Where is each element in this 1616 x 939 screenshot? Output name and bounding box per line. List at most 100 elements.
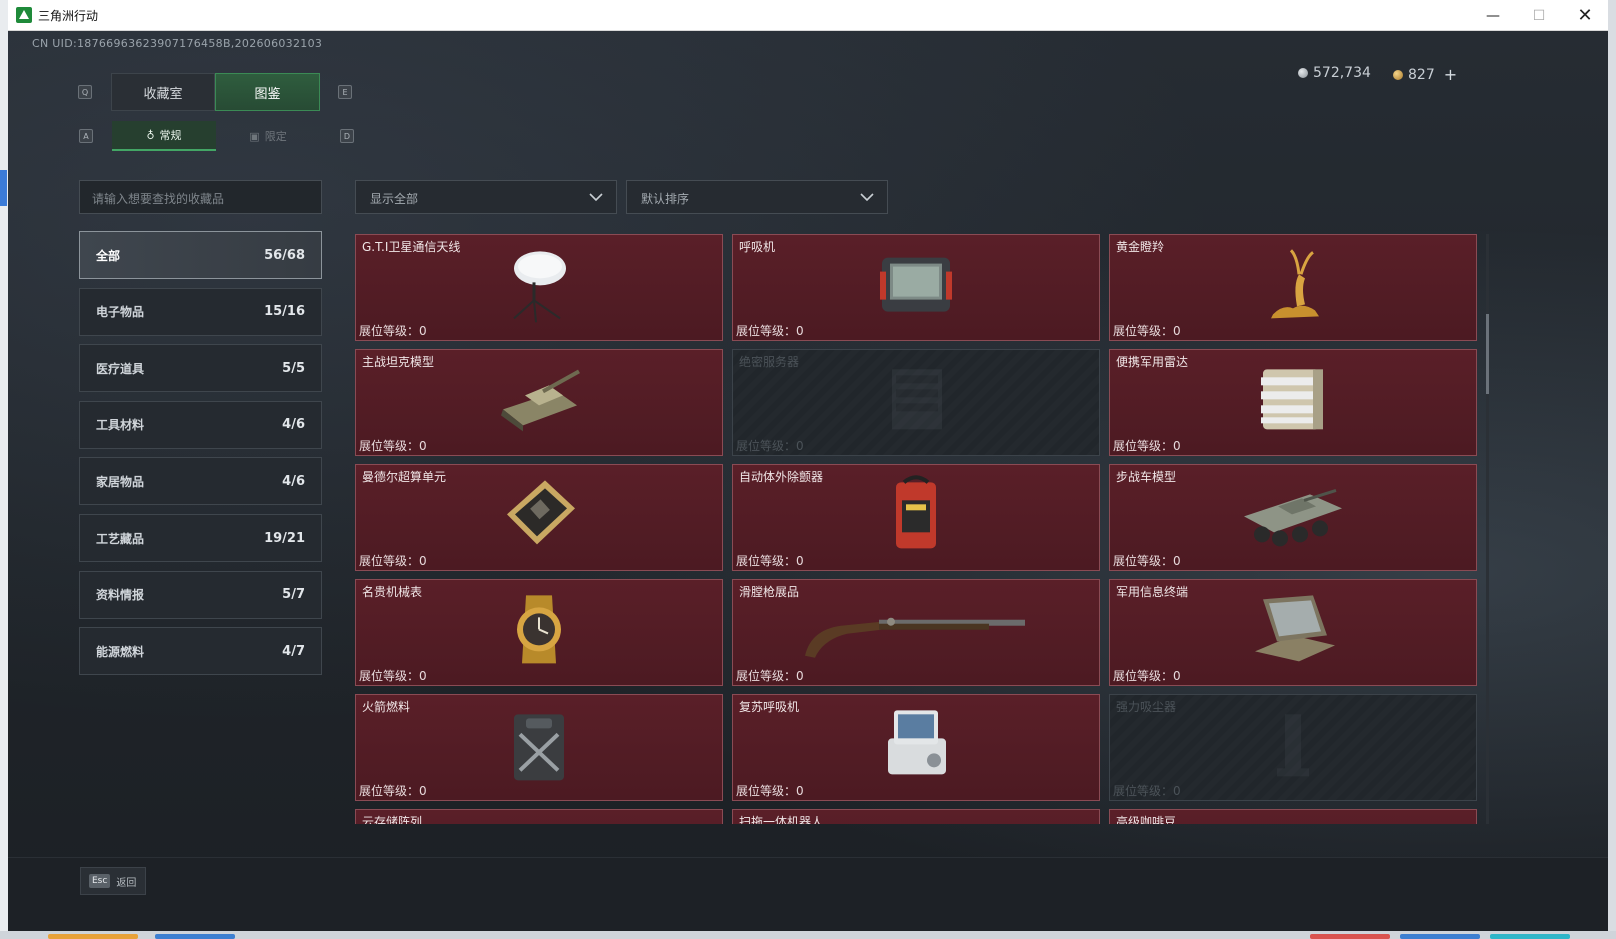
grid-scrollbar[interactable]	[1486, 234, 1489, 824]
collection-card[interactable]: G.T.I卫星通信天线 展位等级：0	[355, 234, 723, 341]
collection-card[interactable]: 主战坦克模型 展位等级：0	[355, 349, 723, 456]
key-e-hint: E	[338, 85, 352, 99]
display-level-value: 0	[1173, 554, 1181, 568]
display-level-label: 展位等级：	[736, 554, 797, 568]
close-button[interactable]: ✕	[1562, 0, 1608, 31]
display-level: 展位等级：0	[359, 322, 427, 339]
category-item[interactable]: 医疗道具 5/5	[79, 344, 322, 393]
display-level-label: 展位等级：	[736, 784, 797, 798]
item-grid: G.T.I卫星通信天线 展位等级：0 呼吸机 展位等级：0 黄金瞪羚 展位等级：0 主战坦克…	[355, 234, 1480, 824]
filter-dropdown[interactable]: 显示全部	[355, 180, 617, 214]
collection-card[interactable]: 自动体外除颤器 展位等级：0	[732, 464, 1100, 571]
collection-card[interactable]: 强力吸尘器 展位等级：0	[1109, 694, 1477, 801]
tuning-fork-icon: ♁	[146, 128, 155, 142]
subtab-regular[interactable]: ♁ 常规	[112, 121, 216, 151]
category-count: 15/16	[264, 304, 305, 320]
subtab-regular-label: 常规	[159, 129, 182, 142]
display-level-value: 0	[796, 669, 804, 683]
display-level: 展位等级：0	[736, 552, 804, 569]
tab-codex[interactable]: 图鉴	[215, 73, 320, 111]
display-level: 展位等级：0	[1113, 552, 1181, 569]
category-item[interactable]: 工艺藏品 19/21	[79, 514, 322, 562]
chevron-down-icon	[860, 193, 874, 202]
defibrillator-icon	[886, 474, 946, 558]
collection-card[interactable]: 复苏呼吸机 展位等级：0	[732, 694, 1100, 801]
item-name: 火箭燃料	[362, 700, 411, 714]
category-label: 工艺藏品	[96, 531, 145, 546]
item-name: 呼吸机	[739, 240, 776, 254]
collection-card[interactable]: 便携军用雷达 展位等级：0	[1109, 349, 1477, 456]
subtab-limited-label: 限定	[264, 130, 287, 143]
sort-dropdown[interactable]: 默认排序	[626, 180, 888, 214]
display-level-value: 0	[1173, 784, 1181, 798]
collection-card[interactable]: 火箭燃料 展位等级：0	[355, 694, 723, 801]
display-level-label: 展位等级：	[359, 784, 420, 798]
collection-card[interactable]: 扫拖一体机器人展位等级：0	[732, 809, 1100, 824]
tab-collection-room[interactable]: 收藏室	[111, 73, 215, 111]
item-name: 军用信息终端	[1116, 585, 1189, 599]
collection-card[interactable]: 军用信息终端 展位等级：0	[1109, 579, 1477, 686]
subtab-limited[interactable]: ▣ 限定	[216, 121, 320, 151]
display-level-label: 展位等级：	[1113, 784, 1174, 798]
bottom-bar	[8, 857, 1608, 931]
collection-card[interactable]: 曼德尔超算单元 展位等级：0	[355, 464, 723, 571]
display-level-label: 展位等级：	[359, 324, 420, 338]
display-level-value: 0	[419, 669, 427, 683]
display-level-label: 展位等级：	[1113, 669, 1174, 683]
display-level-value: 0	[1173, 324, 1181, 338]
collection-card[interactable]: 高级咖啡豆展位等级：0	[1109, 809, 1477, 824]
category-item[interactable]: 工具材料 4/6	[79, 400, 322, 449]
display-level: 展位等级：0	[359, 437, 427, 454]
item-name: 自动体外除颤器	[739, 470, 824, 484]
collection-card[interactable]: 名贵机械表 展位等级：0	[355, 579, 723, 686]
collection-card[interactable]: 黄金瞪羚 展位等级：0	[1109, 234, 1477, 341]
category-label: 工具材料	[96, 418, 145, 433]
silver-amount: 572,734	[1313, 65, 1371, 81]
collection-screen: CN UID:18766963623907176458B,20260603210…	[8, 31, 1608, 931]
search-input[interactable]: 请输入想要查找的收藏品	[79, 180, 322, 214]
display-level: 展位等级：0	[1113, 322, 1181, 339]
add-currency-button[interactable]: +	[1444, 65, 1457, 84]
display-level: 展位等级：0	[359, 552, 427, 569]
category-item[interactable]: 资料情报 5/7	[79, 570, 322, 619]
display-level-value: 0	[796, 439, 804, 453]
item-name: 高级咖啡豆	[1116, 815, 1177, 824]
silver-currency: 572,734	[1298, 65, 1371, 81]
category-label: 资料情报	[96, 588, 145, 603]
jerrycan-icon	[504, 704, 574, 788]
display-level-value: 0	[419, 554, 427, 568]
display-level: 展位等级：0	[1113, 667, 1181, 684]
resuscitator-icon	[876, 704, 956, 788]
item-name: 主战坦克模型	[362, 355, 435, 369]
key-d-hint: D	[340, 129, 354, 143]
chevron-down-icon	[589, 193, 603, 202]
category-item[interactable]: 全部 56/68	[79, 231, 322, 279]
desktop-right-edge	[1608, 0, 1616, 939]
window-title: 三角洲行动	[38, 9, 99, 23]
collection-card[interactable]: 呼吸机 展位等级：0	[732, 234, 1100, 341]
category-item[interactable]: 电子物品 15/16	[79, 287, 322, 336]
back-button[interactable]: Esc 返回	[80, 867, 146, 895]
category-label: 医疗道具	[96, 361, 145, 376]
collection-card[interactable]: 步战车模型 展位等级：0	[1109, 464, 1477, 571]
minimize-button[interactable]: —	[1470, 0, 1516, 31]
item-name: 云存储阵列	[362, 815, 423, 824]
item-name: 扫拖一体机器人	[739, 815, 824, 824]
musket-icon	[801, 599, 1031, 663]
collection-card[interactable]: 云存储阵列展位等级：0	[355, 809, 723, 824]
scrollbar-thumb[interactable]	[1486, 314, 1489, 394]
vacuum-icon	[1263, 704, 1323, 788]
category-item[interactable]: 能源燃料 4/7	[79, 627, 322, 676]
display-level-value: 0	[796, 554, 804, 568]
display-level-label: 展位等级：	[359, 439, 420, 453]
category-item[interactable]: 家居物品 4/6	[79, 457, 322, 506]
item-name: 绝密服务器	[739, 355, 800, 369]
collection-card[interactable]: 滑膛枪展品 展位等级：0	[732, 579, 1100, 686]
collection-card[interactable]: 绝密服务器展位等级：0	[732, 349, 1100, 456]
display-level-label: 展位等级：	[359, 669, 420, 683]
compute-unit-icon	[499, 474, 579, 558]
gold-amount: 827	[1408, 66, 1435, 83]
back-label: 返回	[116, 877, 137, 889]
display-level: 展位等级：0	[736, 437, 804, 454]
maximize-button[interactable]: ☐	[1516, 0, 1562, 31]
